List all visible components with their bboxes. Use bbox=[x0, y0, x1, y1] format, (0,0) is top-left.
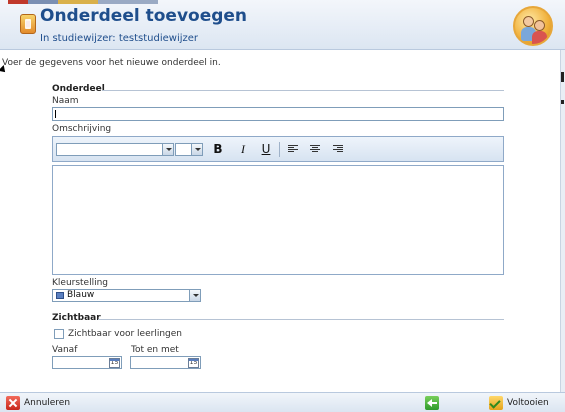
calendar-icon[interactable]: 15 bbox=[109, 358, 120, 368]
font-family-select[interactable] bbox=[56, 143, 174, 156]
back-button[interactable] bbox=[425, 395, 439, 411]
section-title-onderdeel: Onderdeel bbox=[52, 84, 105, 94]
dialog-footer: Annuleren Voltooien bbox=[0, 392, 565, 412]
text-caret bbox=[55, 110, 56, 118]
cancel-button-label: Annuleren bbox=[24, 398, 71, 408]
align-center-icon[interactable] bbox=[310, 145, 320, 154]
section-divider bbox=[98, 319, 504, 320]
calendar-icon[interactable]: 15 bbox=[188, 358, 199, 368]
chevron-down-icon bbox=[162, 144, 173, 155]
color-scheme-select[interactable]: Blauw bbox=[52, 289, 201, 302]
chevron-down-icon bbox=[189, 290, 200, 301]
color-scheme-value: Blauw bbox=[67, 290, 95, 300]
color-scheme-label: Kleurstelling bbox=[52, 278, 109, 288]
dialog-subtitle: In studiewijzer: teststudiewijzer bbox=[40, 33, 199, 44]
close-icon bbox=[6, 396, 20, 410]
visible-for-students-label: Zichtbaar voor leerlingen bbox=[68, 329, 182, 339]
description-editor[interactable] bbox=[52, 165, 504, 275]
dialog-header: Onderdeel toevoegen In studiewijzer: tes… bbox=[0, 0, 565, 50]
to-date-input[interactable]: 15 bbox=[130, 356, 201, 369]
align-left-icon[interactable] bbox=[288, 145, 298, 154]
window-top-strip bbox=[8, 0, 308, 4]
finish-button-label: Voltooien bbox=[507, 398, 549, 408]
to-date-label: Tot en met bbox=[131, 345, 179, 355]
window-edge bbox=[560, 50, 565, 392]
font-size-select[interactable] bbox=[175, 143, 203, 156]
cancel-button[interactable]: Annuleren bbox=[6, 395, 70, 411]
underline-button[interactable]: U bbox=[259, 142, 273, 156]
italic-button[interactable]: I bbox=[236, 142, 250, 156]
users-icon bbox=[513, 6, 553, 46]
bold-button[interactable]: B bbox=[211, 142, 225, 156]
from-date-input[interactable]: 15 bbox=[52, 356, 122, 369]
toolbar-separator bbox=[279, 142, 280, 157]
name-label: Naam bbox=[52, 96, 79, 106]
color-swatch bbox=[56, 292, 64, 299]
checkmark-icon bbox=[489, 396, 503, 410]
dialog-title: Onderdeel toevoegen bbox=[40, 6, 248, 26]
intro-text: Voer de gegevens voor het nieuwe onderde… bbox=[2, 58, 221, 68]
from-date-label: Vanaf bbox=[52, 345, 78, 355]
editor-toolbar: B I U bbox=[52, 136, 504, 162]
visible-for-students-checkbox[interactable] bbox=[54, 329, 64, 339]
arrow-left-icon bbox=[425, 396, 439, 410]
section-title-zichtbaar: Zichtbaar bbox=[52, 313, 101, 323]
section-divider bbox=[102, 90, 504, 91]
align-right-icon[interactable] bbox=[333, 145, 343, 154]
dialog-app-icon bbox=[20, 14, 36, 34]
description-label: Omschrijving bbox=[52, 124, 112, 134]
finish-button[interactable]: Voltooien bbox=[489, 395, 549, 411]
name-input[interactable] bbox=[52, 107, 504, 121]
chevron-down-icon bbox=[191, 144, 202, 155]
